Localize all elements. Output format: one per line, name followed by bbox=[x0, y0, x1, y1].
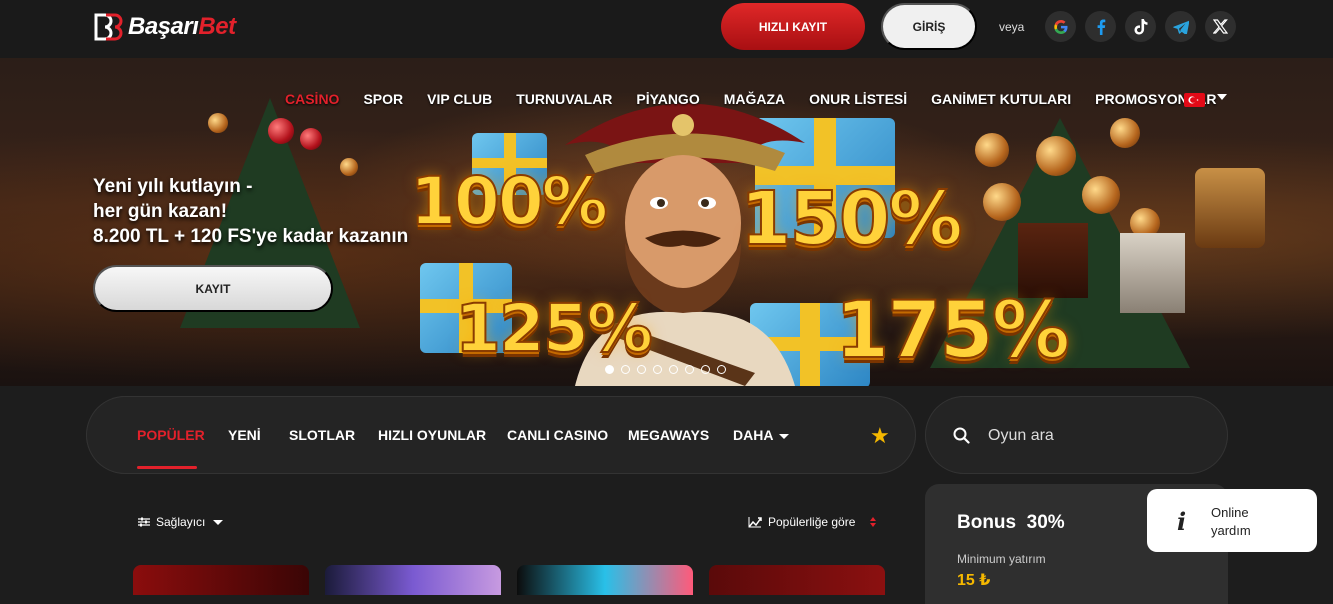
top-bar: BaşarıBet HIZLI KAYIT GİRİŞ veya bbox=[0, 0, 1333, 58]
logo[interactable]: BaşarıBet bbox=[92, 12, 236, 42]
bonus-badge-175: 175% bbox=[834, 285, 1071, 377]
or-label: veya bbox=[999, 20, 1025, 34]
bonus-badge-125: 125% bbox=[454, 289, 654, 368]
game-tile[interactable] bbox=[517, 565, 693, 595]
bauble bbox=[975, 133, 1009, 167]
online-help-label: Online yardım bbox=[1211, 505, 1251, 538]
filter-sliders-icon bbox=[138, 517, 150, 527]
carousel-dot[interactable] bbox=[653, 365, 662, 374]
turkey-flag-icon bbox=[1188, 96, 1199, 104]
game-search bbox=[925, 396, 1228, 474]
nav-item-ganimet-kutulari[interactable]: GANİMET KUTULARI bbox=[931, 91, 1071, 107]
active-tab-indicator bbox=[137, 466, 197, 469]
online-help-widget[interactable]: i Online yardım bbox=[1147, 489, 1317, 552]
hero-line-2: her gün kazan! bbox=[93, 201, 228, 222]
bauble bbox=[1036, 136, 1076, 176]
main-nav: CASİNO SPOR VIP CLUB TURNUVALAR PİYANGO … bbox=[285, 91, 1241, 107]
tab-daha[interactable]: DAHA bbox=[733, 427, 790, 443]
sort-arrows-icon bbox=[870, 517, 877, 527]
bonus-badge-150: 150% bbox=[739, 175, 964, 263]
bonus-min-value: 15 ₺ bbox=[957, 572, 991, 589]
hero-headline: Yeni yılı kutlayın - her gün kazan! 8.20… bbox=[93, 174, 408, 249]
carousel-dot[interactable] bbox=[621, 365, 630, 374]
facebook-icon bbox=[1097, 19, 1105, 35]
tab-megaways[interactable]: MEGAWAYS bbox=[628, 427, 709, 443]
bauble bbox=[983, 183, 1021, 221]
x-icon bbox=[1213, 19, 1228, 34]
nav-item-onur-listesi[interactable]: ONUR LİSTESİ bbox=[809, 91, 907, 107]
carousel-dot[interactable] bbox=[717, 365, 726, 374]
search-icon bbox=[953, 427, 970, 444]
golden-pot bbox=[1195, 168, 1265, 248]
carousel-dot[interactable] bbox=[605, 365, 614, 374]
google-login-button[interactable] bbox=[1045, 11, 1076, 42]
bonus-title: Bonus 30% bbox=[957, 512, 1065, 533]
stone-pile bbox=[1120, 233, 1185, 313]
chevron-down-icon bbox=[213, 519, 224, 525]
tiktok-icon bbox=[1134, 18, 1147, 34]
logo-mark-icon bbox=[94, 13, 123, 41]
nav-item-casino[interactable]: CASİNO bbox=[285, 91, 339, 107]
carousel-dot[interactable] bbox=[701, 365, 710, 374]
tab-daha-label: DAHA bbox=[733, 427, 774, 443]
favorites-star-icon[interactable]: ★ bbox=[870, 423, 890, 449]
telegram-login-button[interactable] bbox=[1165, 11, 1196, 42]
language-chevron-down-icon[interactable] bbox=[1217, 94, 1227, 100]
x-login-button[interactable] bbox=[1205, 11, 1236, 42]
hero-banner[interactable]: 100% 150% 125% 175% CASİNO SPOR VIP CLUB… bbox=[0, 58, 1333, 386]
bauble bbox=[1110, 118, 1140, 148]
game-tile[interactable] bbox=[133, 565, 309, 595]
sort-filter-label: Popülerliğe göre bbox=[768, 515, 856, 529]
hero-line-1: Yeni yılı kutlayın - bbox=[93, 176, 253, 197]
tab-slotlar[interactable]: SLOTLAR bbox=[289, 427, 355, 443]
nav-item-vip-club[interactable]: VIP CLUB bbox=[427, 91, 492, 107]
carousel-dots bbox=[605, 365, 726, 374]
trending-icon bbox=[748, 517, 762, 528]
bauble bbox=[268, 118, 294, 144]
google-icon bbox=[1053, 19, 1067, 34]
facebook-login-button[interactable] bbox=[1085, 11, 1116, 42]
provider-filter[interactable]: Sağlayıcı bbox=[138, 515, 224, 529]
tab-populer[interactable]: POPÜLER bbox=[137, 427, 205, 443]
login-button[interactable]: GİRİŞ bbox=[881, 3, 977, 50]
quick-register-button[interactable]: HIZLI KAYIT bbox=[721, 3, 865, 50]
search-input[interactable] bbox=[988, 427, 1188, 445]
telegram-icon bbox=[1172, 20, 1189, 34]
game-tile[interactable] bbox=[709, 565, 885, 595]
chevron-down-icon bbox=[779, 433, 790, 439]
hero-line-3: 8.200 TL + 120 FS'ye kadar kazanın bbox=[93, 226, 409, 247]
bauble bbox=[300, 128, 322, 150]
language-flag-icon[interactable] bbox=[1184, 93, 1205, 107]
sort-filter[interactable]: Popülerliğe göre bbox=[748, 515, 877, 529]
hero-register-button[interactable]: KAYIT bbox=[93, 265, 333, 312]
provider-filter-label: Sağlayıcı bbox=[156, 515, 206, 529]
bonus-min-label: Minimum yatırım bbox=[957, 552, 1046, 566]
nav-item-magaza[interactable]: MAĞAZA bbox=[724, 91, 785, 107]
carousel-dot[interactable] bbox=[685, 365, 694, 374]
nav-item-turnuvalar[interactable]: TURNUVALAR bbox=[516, 91, 612, 107]
tab-yeni[interactable]: YENİ bbox=[228, 427, 261, 443]
nav-item-piyango[interactable]: PİYANGO bbox=[636, 91, 699, 107]
bonus-percent: 30% bbox=[1026, 512, 1065, 533]
tiktok-login-button[interactable] bbox=[1125, 11, 1156, 42]
carousel-dot[interactable] bbox=[669, 365, 678, 374]
info-icon: i bbox=[1177, 507, 1187, 536]
carousel-dot[interactable] bbox=[637, 365, 646, 374]
nav-item-spor[interactable]: SPOR bbox=[363, 91, 403, 107]
bauble bbox=[1082, 176, 1120, 214]
tab-hizli-oyunlar[interactable]: HIZLI OYUNLAR bbox=[378, 427, 486, 443]
bauble bbox=[208, 113, 228, 133]
tab-canli-casino[interactable]: CANLI CASINO bbox=[507, 427, 608, 443]
game-tile[interactable] bbox=[325, 565, 501, 595]
category-bar: POPÜLER YENİ SLOTLAR HIZLI OYUNLAR CANLI… bbox=[86, 396, 916, 474]
bonus-badge-100: 100% bbox=[409, 162, 609, 241]
logo-text: BaşarıBet bbox=[128, 13, 236, 40]
